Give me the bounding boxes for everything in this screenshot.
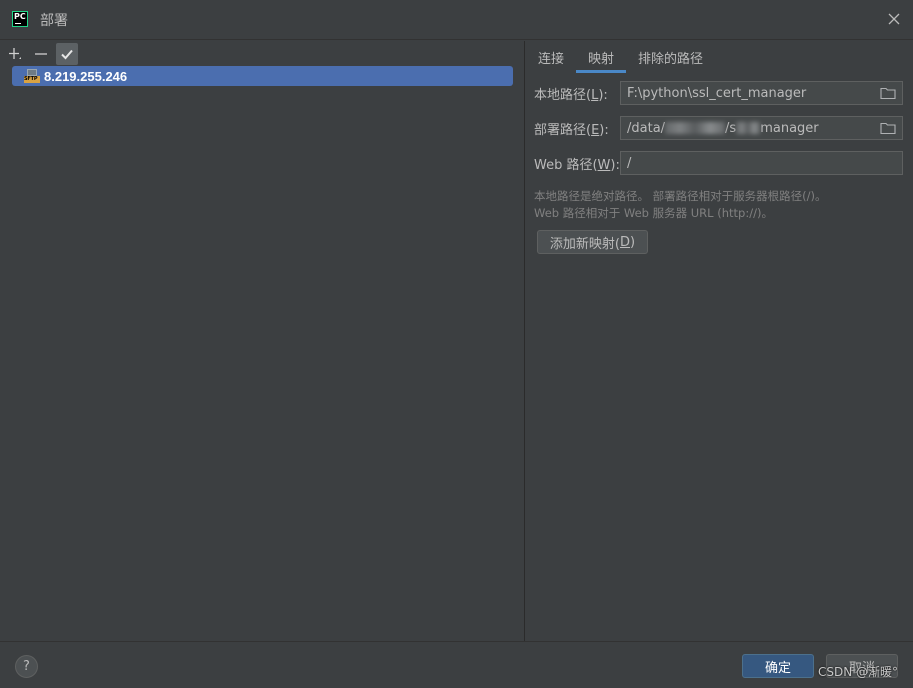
tab-mappings[interactable]: 映射 [576, 41, 627, 73]
server-label: 8.219.255.246 [44, 68, 128, 84]
deploy-path-row: 部署路径(E): /data/ /s manager [534, 116, 903, 140]
ok-button[interactable]: 确定 [742, 654, 814, 678]
deploy-path-field[interactable]: /data/ /s manager [620, 116, 903, 140]
mapping-hint: 本地路径是绝对路径。 部署路径相对于服务器根路径(/)。 Web 路径相对于 W… [534, 188, 827, 222]
tab-label: 连接 [538, 51, 565, 67]
help-icon: ? [23, 659, 30, 674]
dialog-footer: ? 确定 取消 [0, 641, 913, 688]
tab-excluded-paths[interactable]: 排除的路径 [626, 41, 715, 73]
local-path-row: 本地路径(L): F:\python\ssl_cert_manager [534, 81, 903, 105]
local-path-value: F:\python\ssl_cert_manager [627, 85, 807, 101]
deploy-path-value-mid: /s [725, 120, 737, 136]
sftp-icon: SFTP [24, 69, 40, 83]
ok-label: 确定 [764, 660, 791, 676]
plus-icon [9, 48, 21, 59]
hint-line: Web 路径相对于 Web 服务器 URL (http://)。 [534, 206, 773, 220]
pycharm-logo-icon: PC [12, 11, 28, 27]
csdn-watermark: CSDN @渐暖° [818, 665, 899, 679]
check-icon [61, 49, 73, 60]
tab-connection[interactable]: 连接 [526, 41, 576, 73]
web-path-value: / [627, 155, 632, 171]
tab-bar: 连接 映射 排除的路径 [526, 41, 913, 73]
minus-icon [35, 53, 47, 55]
mapping-panel: 连接 映射 排除的路径 本地路径(L): F:\python\ssl_cert_… [526, 41, 913, 641]
web-path-field[interactable]: / [620, 151, 903, 175]
deploy-path-label: 部署路径(E): [534, 122, 609, 138]
server-list: SFTP 8.219.255.246 [12, 66, 513, 86]
web-path-row: Web 路径(W): / [534, 151, 903, 175]
web-path-label: Web 路径(W): [534, 157, 620, 173]
set-default-button[interactable] [56, 43, 78, 65]
tab-label: 映射 [588, 51, 615, 67]
help-button[interactable]: ? [15, 655, 38, 678]
app-icon-text: PC [14, 12, 26, 21]
deploy-path-value-start: /data/ [627, 120, 666, 136]
close-icon [888, 13, 900, 25]
server-list-panel: SFTP 8.219.255.246 [0, 41, 525, 641]
local-path-field[interactable]: F:\python\ssl_cert_manager [620, 81, 903, 105]
title-bar: PC 部署 [0, 0, 913, 40]
window-title: 部署 [40, 13, 68, 29]
local-path-label: 本地路径(L): [534, 87, 608, 103]
folder-icon[interactable] [880, 86, 896, 100]
add-mapping-button[interactable]: 添加新映射(D) [537, 230, 648, 254]
remove-server-button[interactable] [30, 43, 52, 65]
add-server-button[interactable] [4, 43, 26, 65]
deploy-path-value-end: manager [760, 120, 819, 136]
sftp-icon-text: SFTP [24, 76, 38, 82]
hint-line: 本地路径是绝对路径。 部署路径相对于服务器根路径(/)。 [534, 189, 827, 203]
server-toolbar [4, 43, 78, 65]
close-button[interactable] [885, 10, 903, 28]
server-item[interactable]: SFTP 8.219.255.246 [12, 66, 513, 86]
redacted-text [736, 122, 761, 134]
redacted-text [665, 122, 726, 134]
folder-icon[interactable] [880, 121, 896, 135]
tab-label: 排除的路径 [638, 51, 704, 67]
